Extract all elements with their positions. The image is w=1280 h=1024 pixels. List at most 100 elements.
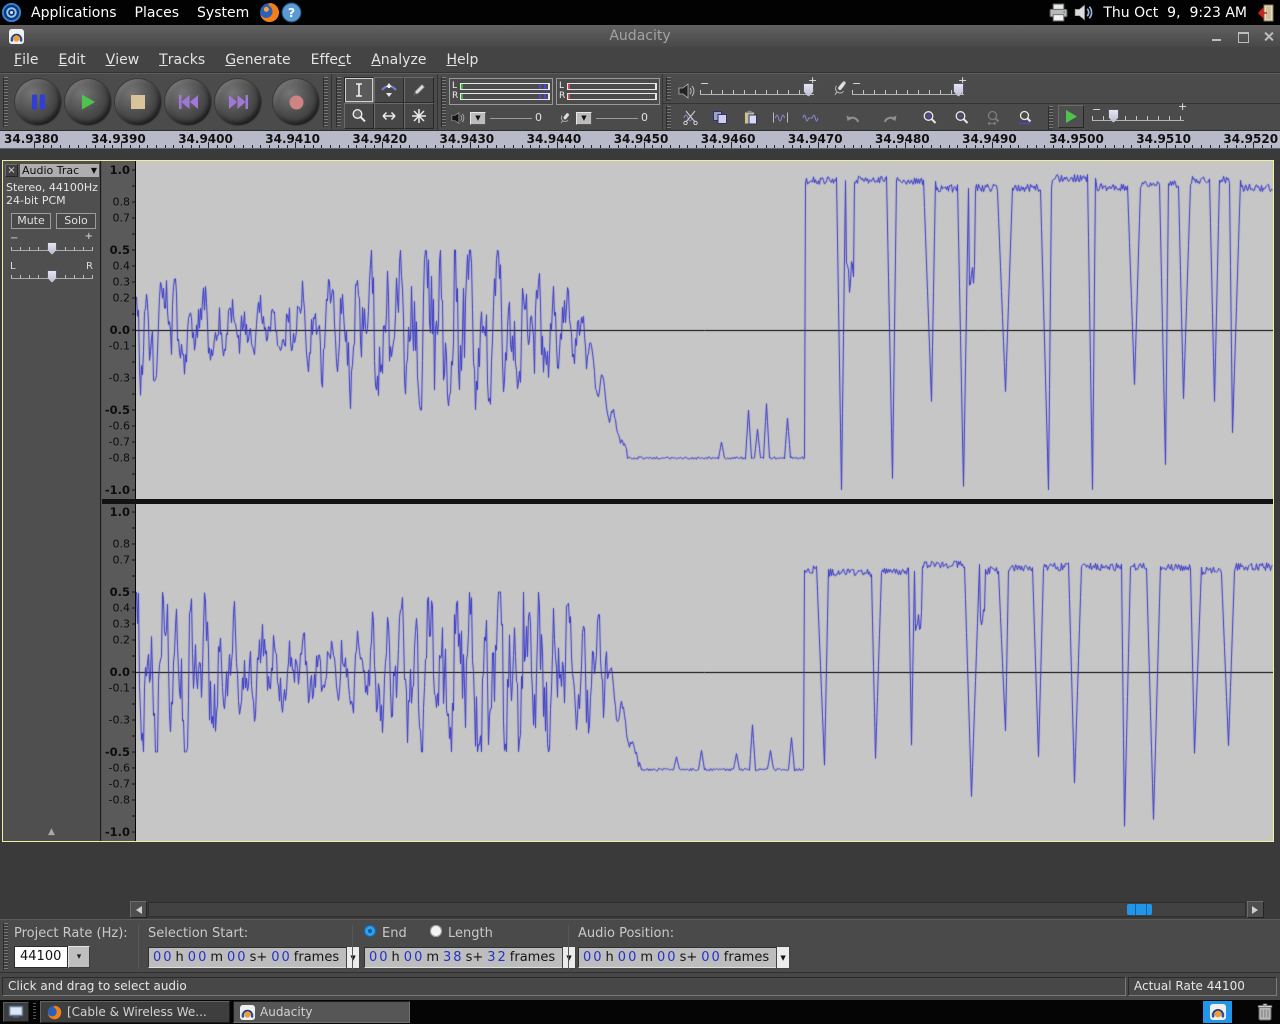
- time-shift-tool-button[interactable]: [374, 103, 404, 129]
- maximize-button[interactable]: [1237, 31, 1248, 42]
- close-button[interactable]: [1263, 31, 1274, 42]
- audio-position-field[interactable]: 00h00m00s+00frames▼: [578, 947, 790, 968]
- show-desktop-button[interactable]: [3, 1002, 29, 1022]
- project-rate-combo[interactable]: 44100 ▾: [14, 946, 90, 968]
- transcription-grip[interactable]: [1048, 106, 1053, 130]
- output-volume-slider[interactable]: [700, 90, 814, 95]
- field-dropdown-icon[interactable]: ▼: [562, 946, 576, 969]
- speed-slider-minus: −: [1092, 105, 1101, 115]
- stop-button[interactable]: [115, 79, 161, 125]
- vertical-ruler-left-channel[interactable]: 1.00.80.70.50.40.30.20.0-0.1-0.3-0.5-0.6…: [102, 161, 136, 499]
- menu-effect[interactable]: Effect: [301, 47, 362, 72]
- mute-button[interactable]: Mute: [11, 213, 51, 229]
- menu-tracks[interactable]: Tracks: [149, 47, 215, 72]
- selection-tool-button[interactable]: [344, 77, 374, 103]
- pause-button[interactable]: [15, 79, 61, 125]
- selection-end-field[interactable]: 00h00m38s+32frames▼: [364, 947, 576, 968]
- clock[interactable]: Thu Oct 9, 9:23 AM: [1097, 5, 1253, 21]
- input-volume-slider[interactable]: [852, 90, 964, 95]
- volume-icon[interactable]: [1072, 2, 1094, 24]
- fit-selection-button[interactable]: [980, 105, 1008, 129]
- end-radio-label[interactable]: End: [382, 926, 407, 941]
- scroll-right-arrow[interactable]: [1247, 901, 1264, 918]
- taskbar-window-audacity[interactable]: Audacity: [233, 1001, 410, 1023]
- waveform-right-channel[interactable]: [136, 504, 1273, 841]
- places-menu[interactable]: Places: [126, 0, 189, 25]
- tools-grip[interactable]: [336, 77, 341, 127]
- solo-button[interactable]: Solo: [56, 213, 96, 229]
- menu-generate[interactable]: Generate: [215, 47, 300, 72]
- vertical-ruler-right-channel[interactable]: 1.00.80.70.50.40.30.20.0-0.1-0.3-0.5-0.6…: [102, 504, 136, 841]
- trash-icon[interactable]: [1254, 1002, 1276, 1022]
- undo-button[interactable]: [838, 105, 866, 129]
- waveform-left-channel[interactable]: [136, 161, 1273, 499]
- timeline-ruler[interactable]: 34.938034.939034.940034.941034.942034.94…: [0, 131, 1280, 149]
- recording-meter[interactable]: L R: [556, 78, 660, 105]
- help-icon[interactable]: ?: [280, 2, 302, 24]
- length-radio-label[interactable]: Length: [448, 926, 493, 941]
- pan-slider-thumb[interactable]: [47, 270, 57, 283]
- scrollbar-track[interactable]: [148, 902, 1246, 917]
- system-menu[interactable]: System: [188, 0, 258, 25]
- meter-grip[interactable]: [441, 77, 446, 127]
- play-at-speed-button[interactable]: [1058, 105, 1084, 128]
- distro-logo-icon[interactable]: [0, 2, 22, 24]
- scroll-left-arrow[interactable]: [130, 901, 147, 918]
- playback-meter-dropdown[interactable]: ▼: [470, 112, 486, 125]
- skip-to-end-button[interactable]: [215, 79, 261, 125]
- menu-file[interactable]: File: [4, 47, 48, 72]
- multi-tool-button[interactable]: [404, 103, 434, 129]
- mixer-grip[interactable]: [666, 77, 671, 101]
- fit-project-button[interactable]: [1012, 105, 1040, 129]
- horizontal-scrollbar[interactable]: [0, 900, 1280, 919]
- combo-arrow-icon[interactable]: ▾: [68, 946, 90, 968]
- playback-speed-slider[interactable]: [1092, 116, 1184, 121]
- field-dropdown-icon[interactable]: ▼: [776, 946, 790, 969]
- amplitude-label: -0.1: [109, 682, 130, 695]
- recording-meter-mic-icon[interactable]: [556, 110, 572, 126]
- zoom-tool-button[interactable]: [344, 103, 374, 129]
- selection-toolbar-grip[interactable]: [3, 923, 8, 970]
- minimize-button[interactable]: [1211, 31, 1222, 42]
- transport-grip-right[interactable]: [323, 77, 328, 127]
- menu-help[interactable]: Help: [436, 47, 488, 72]
- firefox-launcher-icon[interactable]: [258, 2, 280, 24]
- menu-view[interactable]: View: [96, 47, 150, 72]
- cut-button[interactable]: [676, 105, 704, 129]
- edit-grip[interactable]: [666, 106, 671, 130]
- zoom-out-button[interactable]: [948, 105, 976, 129]
- copy-button[interactable]: [706, 105, 734, 129]
- length-radio[interactable]: [430, 925, 442, 937]
- end-radio[interactable]: [364, 925, 376, 937]
- draw-tool-button[interactable]: [404, 77, 434, 103]
- track-close-button[interactable]: ×: [5, 164, 18, 177]
- applications-menu[interactable]: Applications: [22, 0, 126, 25]
- zoom-in-button[interactable]: [916, 105, 944, 129]
- collapse-track-icon[interactable]: ▲: [3, 827, 100, 837]
- track-title-dropdown[interactable]: Audio Trac ▼: [20, 164, 99, 177]
- field-dropdown-icon[interactable]: ▼: [346, 946, 360, 969]
- timeline-label: 34.9500: [1049, 132, 1104, 146]
- logout-icon[interactable]: [1256, 2, 1278, 24]
- tray-audacity-icon[interactable]: [1203, 1001, 1232, 1023]
- trim-button[interactable]: [766, 105, 794, 129]
- envelope-tool-button[interactable]: [374, 77, 404, 103]
- record-button[interactable]: [273, 79, 319, 125]
- recording-meter-dropdown[interactable]: ▼: [576, 112, 592, 125]
- playback-meter[interactable]: L R: [449, 78, 553, 105]
- menu-edit[interactable]: Edit: [48, 47, 95, 72]
- silence-button[interactable]: [796, 105, 824, 129]
- printer-icon[interactable]: [1047, 2, 1069, 24]
- gain-slider-thumb[interactable]: [47, 242, 57, 255]
- selection-start-field[interactable]: 00h00m00s+00frames▼: [148, 947, 360, 968]
- taskbar-window-firefox[interactable]: [Cable & Wireless We...: [40, 1001, 230, 1023]
- skip-to-start-button[interactable]: [165, 79, 211, 125]
- menu-analyze[interactable]: Analyze: [361, 47, 436, 72]
- transport-grip[interactable]: [3, 77, 8, 127]
- play-button[interactable]: [65, 79, 111, 125]
- redo-button[interactable]: [876, 105, 904, 129]
- playback-meter-speaker-icon[interactable]: [450, 110, 466, 126]
- scrollbar-thumb[interactable]: [1127, 904, 1152, 915]
- paste-button[interactable]: [736, 105, 764, 129]
- titlebar[interactable]: Audacity: [0, 25, 1280, 47]
